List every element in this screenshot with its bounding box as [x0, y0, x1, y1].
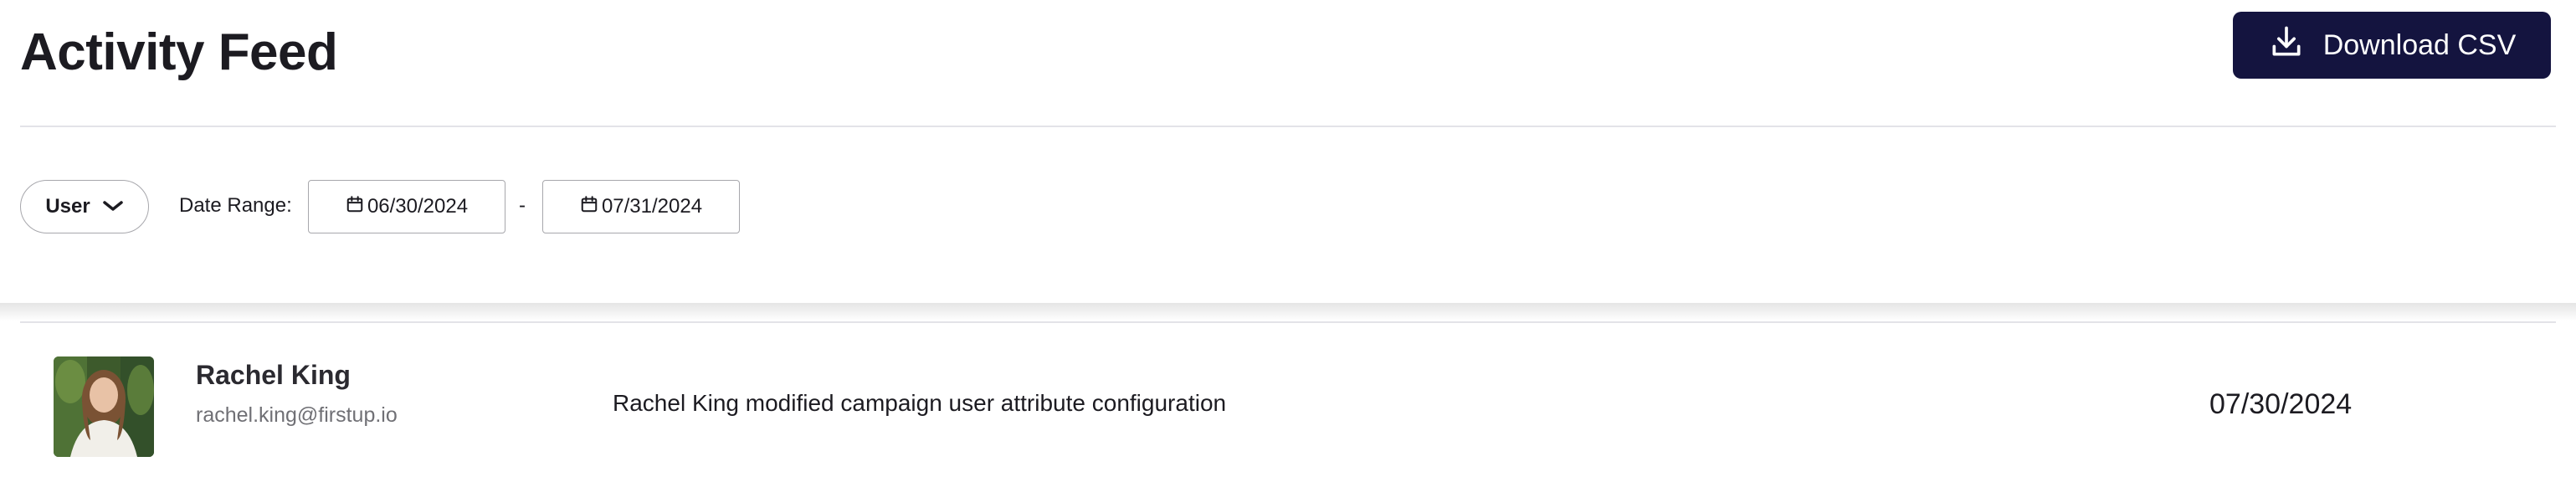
calendar-icon — [580, 195, 598, 219]
download-csv-button[interactable]: Download CSV — [2233, 12, 2551, 79]
download-csv-label: Download CSV — [2322, 28, 2517, 61]
activity-feed-page: Activity Feed Download CSV User Date Ran… — [0, 0, 2576, 477]
activity-date: 07/30/2024 — [2209, 388, 2353, 420]
date-range-separator: - — [519, 194, 526, 217]
activity-description: Rachel King modified campaign user attri… — [613, 390, 1227, 416]
page-title: Activity Feed — [20, 23, 338, 81]
activity-row[interactable]: Rachel King rachel.king@firstup.io Rache… — [0, 323, 2576, 477]
chevron-down-icon — [102, 195, 124, 218]
page-header: Activity Feed Download CSV — [0, 0, 2576, 126]
filter-bar-shadow — [0, 303, 2576, 321]
user-name: Rachel King — [196, 360, 351, 390]
user-email: rachel.king@firstup.io — [196, 403, 398, 427]
end-date-input[interactable]: 07/31/2024 — [542, 180, 740, 233]
start-date-value: 06/30/2024 — [367, 195, 469, 218]
end-date-value: 07/31/2024 — [601, 195, 703, 218]
date-range-label: Date Range: — [179, 194, 292, 217]
user-filter-label: User — [45, 195, 90, 218]
avatar — [54, 356, 154, 457]
download-icon — [2268, 23, 2305, 68]
calendar-icon — [346, 195, 364, 219]
filter-bar: User Date Range: 06/30/2024 - 07/31/2024 — [0, 127, 2576, 307]
start-date-input[interactable]: 06/30/2024 — [308, 180, 505, 233]
user-filter-dropdown[interactable]: User — [20, 180, 149, 233]
